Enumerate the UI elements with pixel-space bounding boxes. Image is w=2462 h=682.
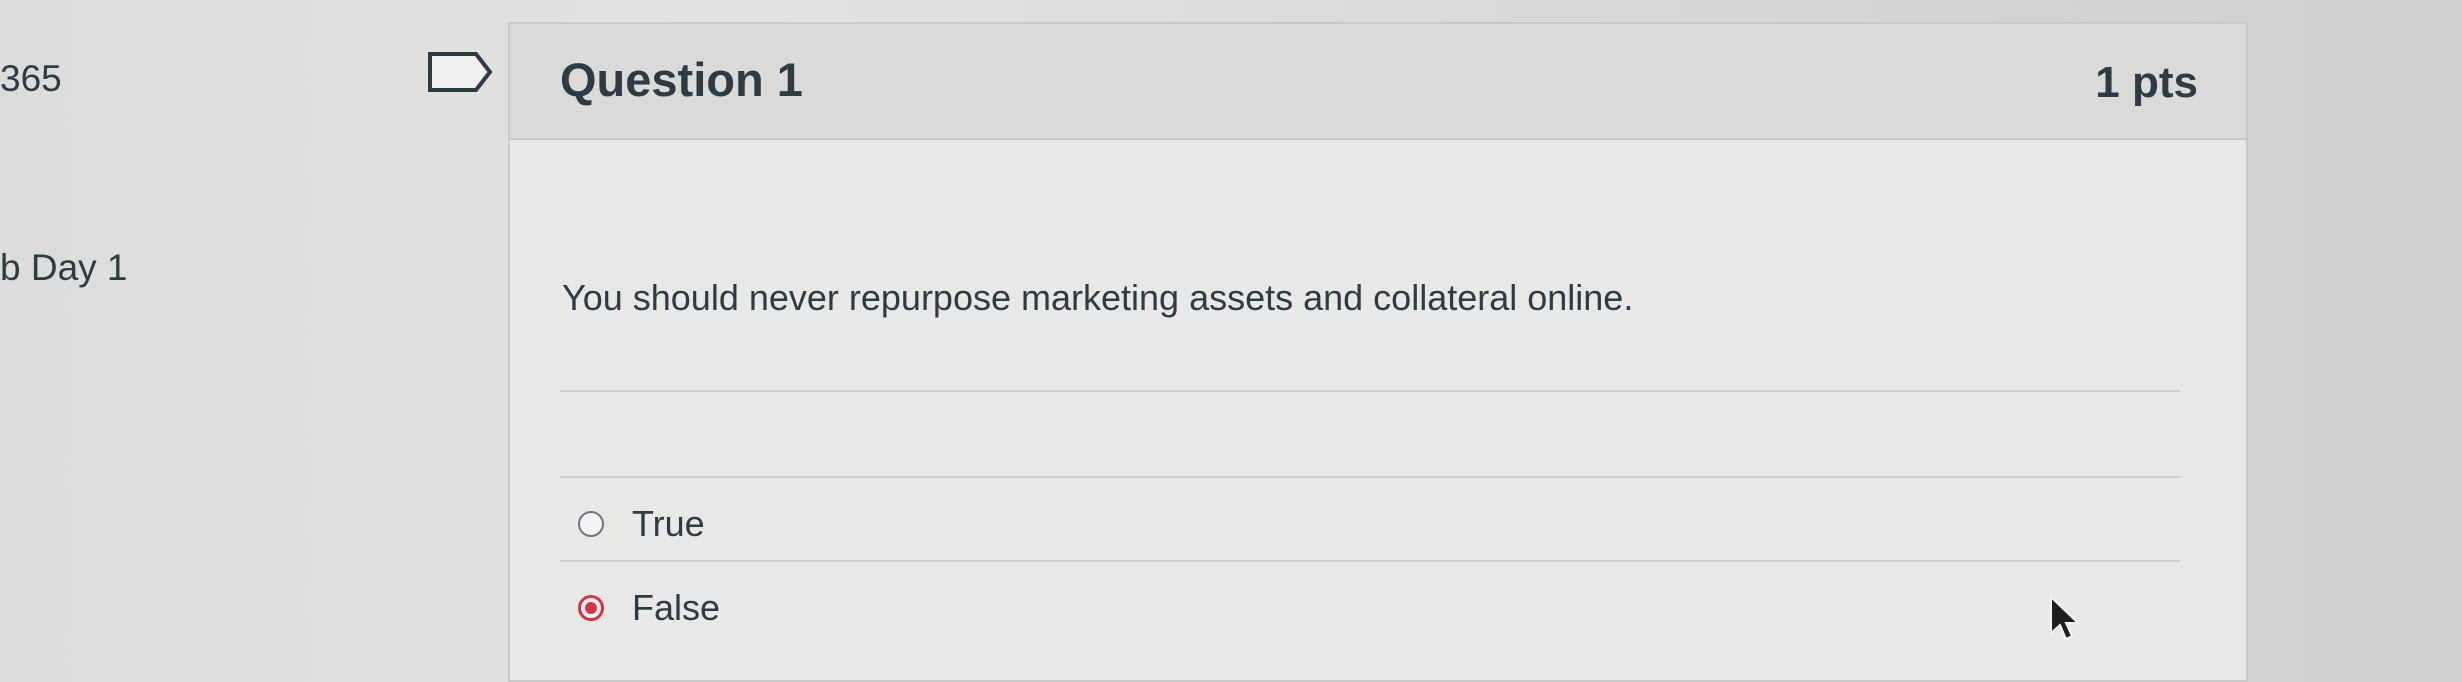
course-code-label: 365 — [0, 58, 62, 99]
flag-question-icon[interactable] — [426, 49, 496, 95]
answer-option-false[interactable]: False — [578, 583, 720, 633]
divider — [560, 476, 2180, 478]
answer-option-true[interactable]: True — [578, 499, 705, 549]
radio-false-selected[interactable] — [578, 595, 604, 621]
sidebar-module-link[interactable]: b Day 1 — [0, 247, 128, 289]
answer-label-false[interactable]: False — [632, 587, 720, 629]
answer-label-true[interactable]: True — [632, 503, 705, 545]
question-header: Question 1 1 pts — [510, 24, 2246, 140]
mouse-pointer-icon — [2048, 595, 2082, 643]
question-card: Question 1 1 pts You should never repurp… — [508, 22, 2248, 682]
question-points: 1 pts — [2095, 58, 2198, 107]
divider — [560, 560, 2180, 562]
question-title: Question 1 — [560, 53, 803, 106]
divider — [560, 390, 2180, 392]
radio-true[interactable] — [578, 511, 604, 537]
question-text: You should never repurpose marketing ass… — [562, 277, 1634, 318]
